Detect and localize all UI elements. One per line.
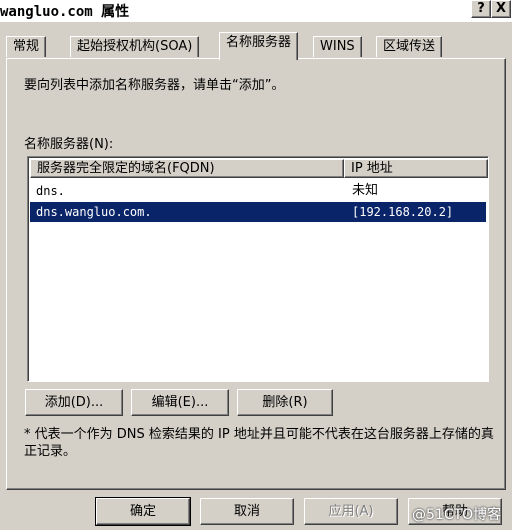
title-bar: wangluo.com 属性 ? X (0, 0, 512, 22)
ip-cell: [192.168.20.2] (352, 205, 454, 219)
fqdn-cell: dns. (36, 184, 65, 198)
tab-zone-transfers[interactable]: 区域传送 (376, 36, 443, 57)
edit-button[interactable]: 编辑(E)... (131, 389, 229, 416)
name-servers-list[interactable]: 服务器完全限定的域名(FQDN) IP 地址 dns. 未知 dns.wangl… (27, 156, 489, 382)
name-servers-label: 名称服务器(N): (24, 137, 114, 152)
instruction-text: 要向列表中添加名称服务器，请单击“添加”。 (24, 78, 285, 93)
list-header: 服务器完全限定的域名(FQDN) IP 地址 (30, 159, 488, 178)
tab-name-servers[interactable]: 名称服务器 (219, 32, 299, 60)
add-button[interactable]: 添加(D)... (25, 389, 123, 416)
ip-cell: 未知 (352, 183, 379, 198)
cancel-button[interactable]: 取消 (200, 498, 294, 525)
help-button[interactable]: ? (471, 0, 491, 18)
remove-button[interactable]: 删除(R) (237, 389, 333, 416)
column-header-ip[interactable]: IP 地址 (344, 159, 488, 178)
list-item-selected[interactable]: dns.wangluo.com. [192.168.20.2] (30, 202, 486, 222)
note-text: * 代表一个作为 DNS 检索结果的 IP 地址并且可能不代表在这台服务器上存储… (24, 427, 494, 459)
column-header-fqdn[interactable]: 服务器完全限定的域名(FQDN) (30, 159, 344, 178)
close-button[interactable]: X (491, 0, 511, 18)
tab-strip: 常规 起始授权机构(SOA) 名称服务器 WINS 区域传送 (0, 30, 512, 60)
window-title: wangluo.com 属性 (0, 4, 130, 20)
list-item[interactable]: dns. 未知 (30, 181, 486, 201)
watermark: @51CTO博客 (412, 507, 502, 523)
tab-soa[interactable]: 起始授权机构(SOA) (70, 36, 200, 57)
fqdn-cell: dns.wangluo.com. (36, 205, 152, 219)
ok-button[interactable]: 确定 (95, 497, 191, 526)
tab-wins[interactable]: WINS (313, 36, 362, 57)
apply-button[interactable]: 应用(A) (304, 498, 398, 525)
tab-general[interactable]: 常规 (6, 36, 47, 57)
